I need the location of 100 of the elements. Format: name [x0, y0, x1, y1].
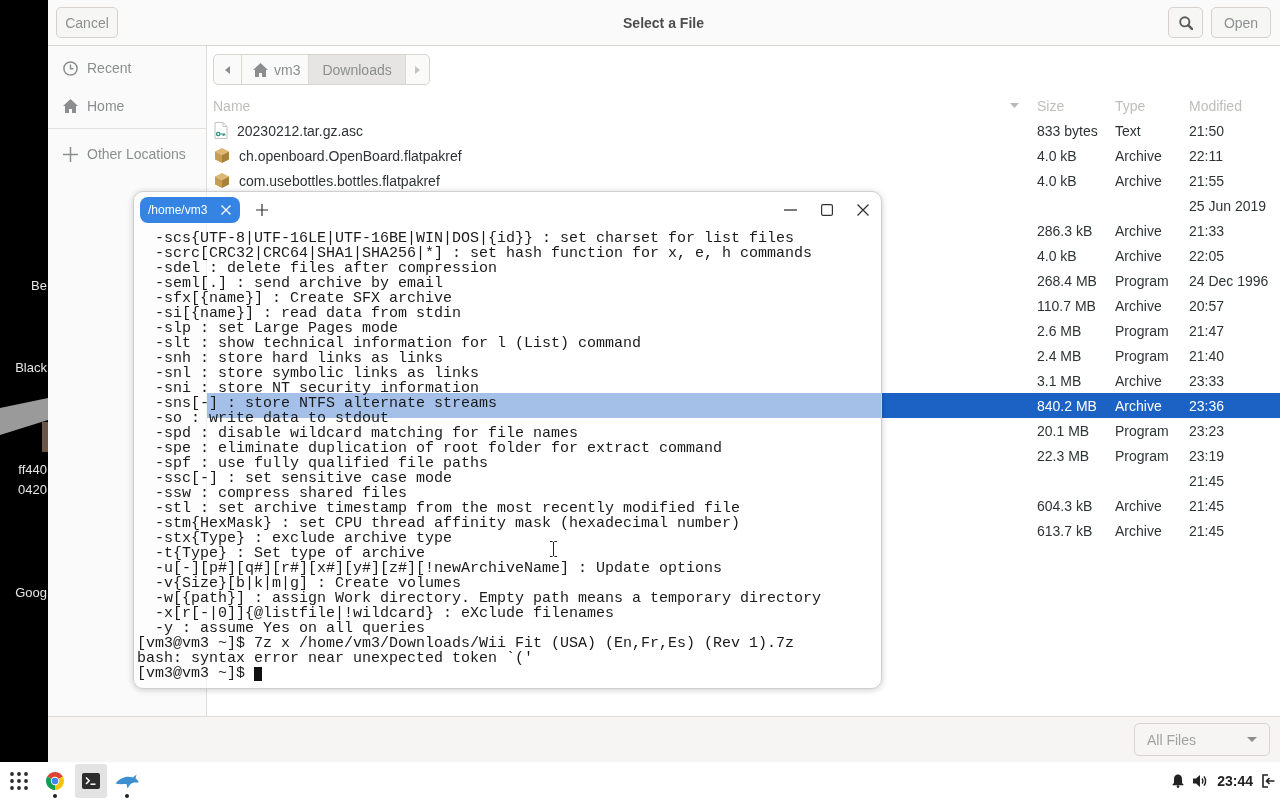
- file-type: Archive: [1115, 147, 1162, 164]
- file-type: Archive: [1115, 247, 1162, 264]
- file-type: Archive: [1115, 172, 1162, 189]
- diagonal-band-drawing: [0, 398, 48, 435]
- dialog-title: Select a File: [623, 14, 704, 31]
- browser-icon: [46, 772, 64, 790]
- file-row[interactable]: 3.1 MB Archive 23:33: [882, 368, 1280, 393]
- file-size: 4.0 kB: [1037, 172, 1077, 189]
- terminal-tab[interactable]: /home/vm3: [140, 196, 240, 223]
- search-icon: [1178, 15, 1193, 30]
- app-grid-icon: [10, 772, 28, 790]
- file-modified: 21:45: [1189, 522, 1225, 539]
- terminal-line: -stx{Type} : exclude archive type: [155, 531, 453, 546]
- taskbar-app[interactable]: [75, 764, 107, 798]
- terminal-icon: [82, 773, 100, 789]
- file-size: 4.0 kB: [1037, 247, 1077, 264]
- file-size: 20.1 MB: [1037, 422, 1090, 439]
- file-row[interactable]: 2.6 MB Program 21:47: [882, 318, 1280, 343]
- search-button[interactable]: [1168, 7, 1203, 38]
- terminal-line: -seml[.] : send archive by email: [155, 276, 444, 291]
- file-modified: 23:23: [1189, 422, 1225, 439]
- text-cursor-icon: [550, 541, 557, 557]
- file-modified: 24 Dec 1996: [1189, 272, 1269, 289]
- file-type: Archive: [1115, 372, 1162, 389]
- file-row[interactable]: 613.7 kB Archive 21:45: [882, 518, 1280, 543]
- terminal-line: -ssc[-] : set sensitive case mode: [155, 471, 453, 486]
- terminal-line: -stm{HexMask} : set CPU thread affinity mask (hexadecimal number): [155, 516, 741, 531]
- file-row[interactable]: 22.3 MB Program 23:19: [882, 443, 1280, 468]
- file-modified: 22:11: [1189, 147, 1223, 164]
- clock-icon: [63, 60, 78, 76]
- file-row[interactable]: com.usebottles.bottles.flatpakref 4.0 kB Archive 21:55: [207, 168, 1280, 193]
- terminal-line: [vm3@vm3 ~]$: [137, 666, 246, 681]
- file-type: Archive: [1115, 497, 1162, 514]
- home-icon: [63, 99, 78, 113]
- desktop-icon-label[interactable]: Goog: [15, 585, 47, 601]
- file-row[interactable]: ch.openboard.OpenBoard.flatpakref 4.0 kB Archive 22:11: [207, 143, 1280, 168]
- right-arrow-icon: [414, 65, 420, 74]
- minimize-icon[interactable]: [784, 208, 797, 211]
- file-size: 2.6 MB: [1037, 322, 1082, 339]
- bell-icon[interactable]: [1172, 774, 1185, 788]
- desktop-icon-label[interactable]: Be: [31, 278, 47, 294]
- close-icon[interactable]: [857, 203, 869, 216]
- close-tab-icon[interactable]: [221, 204, 231, 215]
- terminal-line: -snh : store hard links as links: [155, 351, 444, 366]
- file-size: 110.7 MB: [1037, 297, 1096, 314]
- file-modified: 20:57: [1189, 297, 1225, 314]
- maximize-icon[interactable]: [821, 203, 833, 216]
- plus-icon: [63, 146, 78, 162]
- file-row[interactable]: 20.1 MB Program 23:23: [882, 418, 1280, 443]
- file-modified: 21:33: [1189, 222, 1225, 239]
- terminal-line: [vm3@vm3 ~]$ 7z x /home/vm3/Downloads/Wii Fit (USA) (En,Fr,Es) (Rev 1).7z: [137, 636, 795, 651]
- terminal-line: -spf : use fully qualified file paths: [155, 456, 489, 471]
- left-arrow-icon: [225, 65, 230, 74]
- desktop-icon-label[interactable]: ff440: [18, 462, 47, 478]
- file-modified: 25 Jun 2019: [1189, 197, 1267, 214]
- desktop-icon-label[interactable]: 0420: [18, 482, 47, 498]
- file-size: 604.3 kB: [1037, 497, 1093, 514]
- terminal-line: -scrc[CRC32|CRC64|SHA1|SHA256|*] : set hash function for x, e, h commands: [155, 246, 813, 261]
- file-type: Program: [1115, 347, 1169, 364]
- clock[interactable]: 23:44: [1217, 773, 1253, 789]
- file-modified: 23:33: [1189, 372, 1225, 389]
- caret-icon: [1247, 737, 1257, 742]
- terminal-line: -snl : store symbolic links as links: [155, 366, 480, 381]
- file-row[interactable]: 21:45: [882, 468, 1280, 493]
- file-size: 613.7 kB: [1037, 522, 1093, 539]
- file-row[interactable]: 2.4 MB Program 21:40: [882, 343, 1280, 368]
- file-size: 286.3 kB: [1037, 222, 1093, 239]
- file-name: 20230212.tar.gz.asc: [237, 122, 364, 139]
- terminal-line: -slt : show technical information for l (List) command: [155, 336, 642, 351]
- file-type: Program: [1115, 272, 1169, 289]
- file-row[interactable]: 110.7 MB Archive 20:57: [882, 293, 1280, 318]
- file-type: Archive: [1115, 397, 1162, 414]
- file-row[interactable]: 25 Jun 2019: [882, 193, 1280, 218]
- file-row[interactable]: 268.4 MB Program 24 Dec 1996: [882, 268, 1280, 293]
- file-size: 840.2 MB: [1037, 397, 1097, 414]
- terminal-line: -spd : disable wildcard matching for file names: [155, 426, 579, 441]
- new-tab-icon[interactable]: [256, 203, 268, 216]
- file-name: ch.openboard.OpenBoard.flatpakref: [239, 147, 462, 164]
- file-type: Program: [1115, 322, 1169, 339]
- file-modified: 21:55: [1189, 172, 1225, 189]
- file-row[interactable]: 604.3 kB Archive 21:45: [882, 493, 1280, 518]
- file-size: 833 bytes: [1037, 122, 1098, 139]
- terminal-line: -so : write data to stdout: [155, 411, 390, 426]
- file-type: Program: [1115, 422, 1169, 439]
- file-modified: 21:40: [1189, 347, 1225, 364]
- key-file-icon: [214, 122, 228, 139]
- file-name: com.usebottles.bottles.flatpakref: [239, 172, 440, 189]
- dolphin-icon: [115, 773, 139, 789]
- file-row[interactable]: 840.2 MB Archive 23:36: [882, 393, 1280, 418]
- file-row[interactable]: 20230212.tar.gz.asc 833 bytes Text 21:50: [207, 118, 1280, 143]
- terminal-line: -v{Size}[b|k|m|g] : Create volumes: [155, 576, 462, 591]
- file-row[interactable]: 286.3 kB Archive 21:33: [882, 218, 1280, 243]
- photo-placeholder: [42, 422, 48, 452]
- file-type: Archive: [1115, 297, 1162, 314]
- file-size: 268.4 MB: [1037, 272, 1097, 289]
- file-modified: 21:47: [1189, 322, 1225, 339]
- file-row[interactable]: 4.0 kB Archive 22:05: [882, 243, 1280, 268]
- exit-icon[interactable]: [1262, 774, 1275, 788]
- speaker-icon[interactable]: [1193, 774, 1209, 788]
- desktop-icon-label[interactable]: Black: [15, 360, 47, 376]
